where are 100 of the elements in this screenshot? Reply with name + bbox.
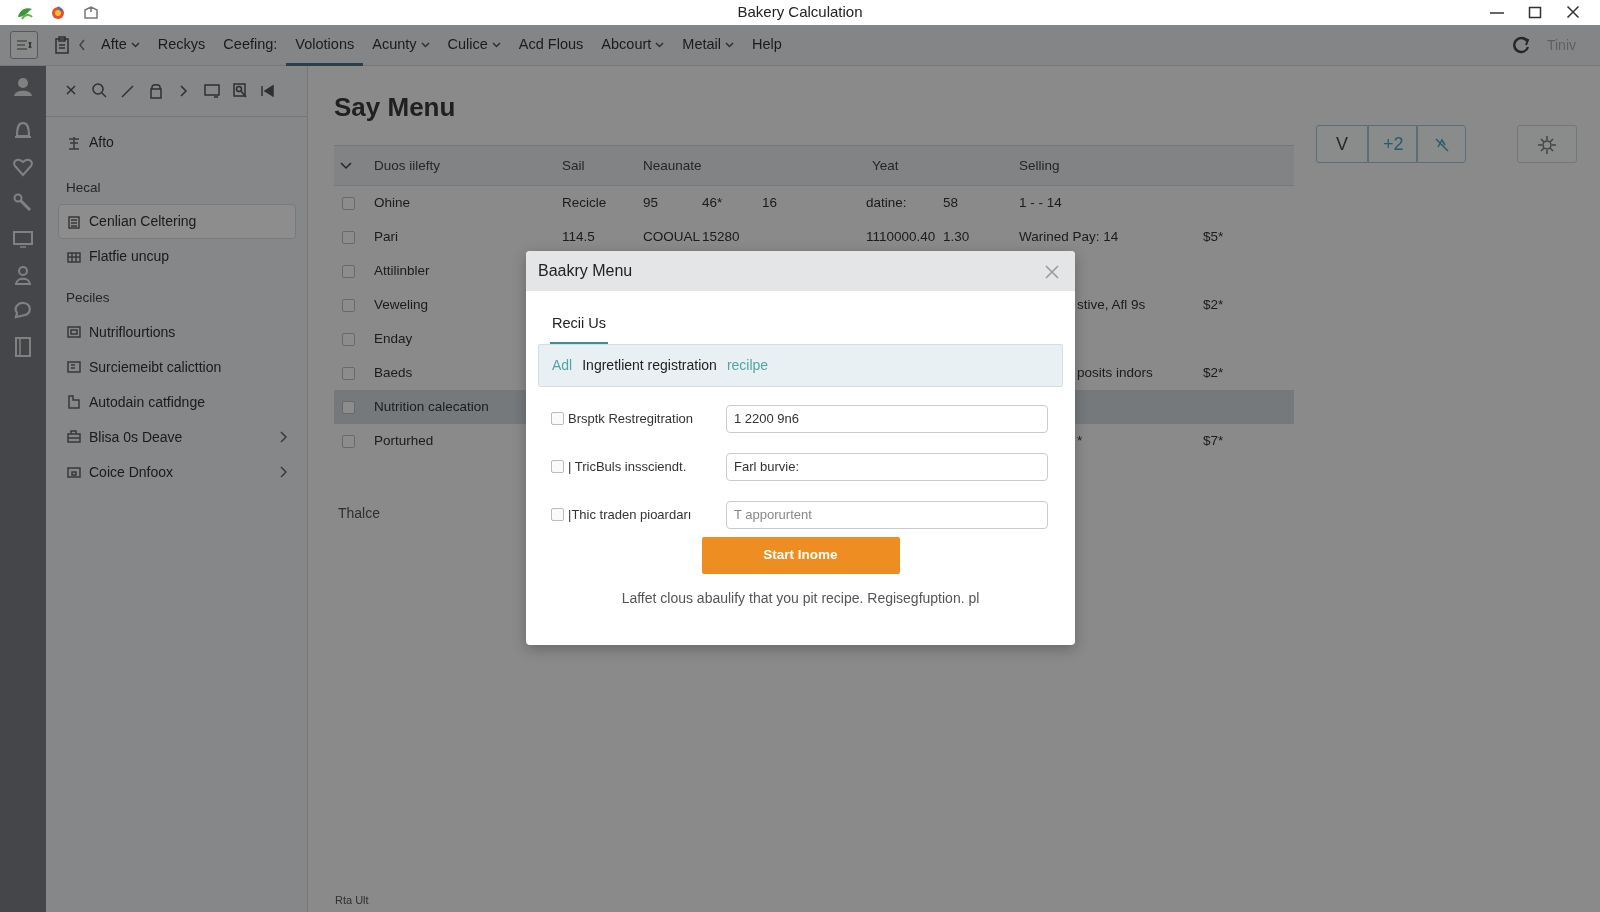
- row-checkbox[interactable]: [342, 230, 355, 244]
- monitor-icon[interactable]: [12, 228, 34, 250]
- note-text: Thalce: [338, 504, 381, 523]
- settings-icon: [1537, 134, 1557, 155]
- caret-icon[interactable]: [725, 42, 734, 48]
- heart-icon[interactable]: [12, 156, 34, 178]
- table-cell: Warined Pay: 14: [1019, 228, 1119, 244]
- table-cell: COOUAL: [643, 228, 700, 244]
- menu-item[interactable]: Acunty: [363, 24, 439, 66]
- row-checkbox[interactable]: [342, 298, 355, 312]
- banner-text: Ingretlient registration: [582, 355, 717, 375]
- table-cell: 1110000.40: [866, 228, 936, 244]
- monitor-icon[interactable]: [204, 83, 220, 99]
- document-icon: [67, 360, 81, 374]
- frame-icon: [67, 325, 81, 339]
- section-label: Peciles: [65, 289, 111, 308]
- table-cell: $2*: [1203, 296, 1224, 312]
- pencil-icon[interactable]: [120, 83, 136, 99]
- book-icon[interactable]: [12, 336, 34, 358]
- chevron-right-icon[interactable]: [279, 466, 287, 478]
- refresh-icon[interactable]: [1510, 35, 1531, 55]
- row-checkbox[interactable]: [342, 264, 355, 278]
- menu-button[interactable]: [10, 31, 38, 59]
- table-cell[interactable]: Enday: [374, 330, 413, 346]
- sidebar-item[interactable]: Cenlian Celtering: [58, 204, 296, 240]
- caret-icon[interactable]: [130, 42, 140, 48]
- sidebar-item[interactable]: Nutriflourtions: [58, 314, 296, 350]
- menu-icon[interactable]: [16, 39, 32, 51]
- table-cell[interactable]: Pari: [374, 228, 398, 244]
- menu-item[interactable]: Metail: [673, 24, 743, 66]
- wrench-icon[interactable]: [12, 192, 34, 214]
- document-search-icon[interactable]: [232, 83, 248, 99]
- start-button[interactable]: Start Inome: [701, 536, 900, 574]
- column-header: Neaunate: [643, 157, 702, 173]
- column-header: Sail: [562, 157, 585, 173]
- box-icon[interactable]: [82, 4, 100, 21]
- chevron-right-icon[interactable]: [279, 431, 287, 443]
- input-field[interactable]: 1 2200 9n6: [726, 404, 1048, 433]
- row-checkbox[interactable]: [342, 400, 355, 414]
- sidebar-item[interactable]: Coice Dnfoox: [58, 454, 296, 490]
- table-cell: 1.30: [943, 228, 970, 244]
- page-title: Say Menu: [334, 92, 457, 124]
- menu-item[interactable]: Afte: [92, 24, 149, 66]
- user-icon[interactable]: [12, 264, 34, 286]
- dialog-title: Baakry Menu: [538, 261, 633, 281]
- table-cell: Recicle: [562, 194, 607, 210]
- banner-link[interactable]: recilpe: [726, 354, 769, 376]
- chevron-down-icon[interactable]: [340, 162, 352, 170]
- row-checkbox[interactable]: [342, 196, 355, 210]
- menu-item[interactable]: Help: [743, 24, 791, 66]
- sidebar-item[interactable]: Afto: [58, 125, 296, 160]
- input-field[interactable]: Farl burvie:: [726, 452, 1048, 481]
- column-header: Duos iilefty: [374, 157, 441, 173]
- sidebar-item[interactable]: Autodain catfidnge: [58, 384, 296, 420]
- caret-icon[interactable]: [420, 42, 430, 48]
- sidebar-item[interactable]: Surciemeibt calicttion: [58, 349, 296, 385]
- menu-item[interactable]: Abcourt: [592, 24, 674, 66]
- skip-back-icon[interactable]: [260, 83, 276, 99]
- menu-item[interactable]: Ceefing:: [214, 24, 287, 66]
- tool-button[interactable]: [1417, 125, 1466, 163]
- table-cell[interactable]: Veweling: [374, 296, 429, 312]
- dialog-note: Laffet clous abaulify that you pit recipe. Regisegfuption. pl: [620, 588, 981, 608]
- row-checkbox[interactable]: [342, 332, 355, 346]
- table-cell: posits indors: [1077, 364, 1153, 380]
- checkbox[interactable]: [551, 460, 564, 474]
- close-icon: [1045, 264, 1059, 279]
- menu-item[interactable]: Culice: [438, 24, 510, 66]
- input-field[interactable]: T apporurtent: [726, 500, 1048, 529]
- app-logo-icon: [50, 4, 66, 21]
- table-cell: $7*: [1203, 432, 1224, 448]
- row-checkbox[interactable]: [342, 434, 355, 448]
- row-checkbox[interactable]: [342, 366, 355, 380]
- person-icon[interactable]: [12, 76, 34, 98]
- banner-link[interactable]: Adl: [552, 354, 573, 376]
- settings-button[interactable]: [1517, 125, 1577, 163]
- field-label: |Thic traden pioardarı: [568, 506, 693, 524]
- table-cell[interactable]: Ohine: [374, 194, 411, 210]
- table-cell[interactable]: Porturhed: [374, 432, 434, 448]
- toolbar-button[interactable]: V: [1316, 125, 1368, 163]
- table-cell: stive, Afl 9s: [1077, 296, 1146, 312]
- checkbox[interactable]: [551, 508, 564, 522]
- menu-item[interactable]: Reckys: [148, 24, 215, 66]
- lock-icon[interactable]: [148, 83, 164, 99]
- sidebar-item[interactable]: Flatfie uncup: [58, 239, 296, 275]
- footer-text: Rta Ult: [335, 892, 369, 908]
- sidebar-item[interactable]: Blisa 0s Deave: [58, 419, 296, 455]
- folder-icon: [67, 465, 81, 479]
- table-cell: *: [1077, 432, 1083, 448]
- table-cell[interactable]: Attilinbler: [374, 262, 430, 278]
- clipboard-icon[interactable]: [54, 36, 70, 54]
- table-cell[interactable]: Baeds: [374, 364, 413, 380]
- back-icon[interactable]: [78, 39, 86, 51]
- table-cell: 15280: [702, 228, 740, 244]
- menu-item[interactable]: Acd Flous: [509, 24, 593, 66]
- caret-icon[interactable]: [655, 42, 665, 48]
- checkbox[interactable]: [551, 412, 564, 426]
- search-icon[interactable]: [92, 83, 108, 99]
- list-icon: [67, 214, 81, 229]
- table-cell: 1 - - 14: [1019, 194, 1062, 210]
- caret-icon[interactable]: [491, 42, 501, 48]
